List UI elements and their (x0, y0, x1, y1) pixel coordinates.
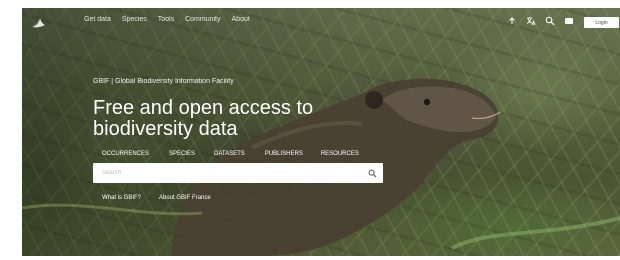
tab-publishers[interactable]: PUBLISHERS (265, 151, 303, 157)
login-button[interactable]: Login (584, 17, 619, 28)
page: Get data Species Tools Community About L… (0, 0, 620, 260)
tab-species[interactable]: SPECIES (169, 151, 195, 157)
nav-tools (506, 15, 575, 27)
main-menu: Get data Species Tools Community About (84, 16, 250, 23)
page-headline: Free and open access to biodiversity dat… (93, 98, 313, 140)
hero-banner: Get data Species Tools Community About L… (22, 8, 620, 256)
site-subtitle: GBIF | Global Biodiversity Information F… (93, 78, 234, 85)
quick-links: What is GBIF? About GBIF France (102, 195, 211, 201)
nav-link-community[interactable]: Community (185, 16, 220, 23)
nav-link-about[interactable]: About (232, 16, 250, 23)
headline-line-2: biodiversity data (93, 118, 238, 140)
search-icon[interactable] (544, 15, 556, 27)
search-submit-icon[interactable] (366, 167, 378, 179)
search-input[interactable] (102, 167, 352, 179)
link-what-is-gbif[interactable]: What is GBIF? (102, 195, 141, 201)
gbif-leaf-logo-icon[interactable] (30, 14, 46, 30)
translate-icon[interactable] (525, 15, 537, 27)
link-about-gbif-france[interactable]: About GBIF France (159, 195, 211, 201)
tab-datasets[interactable]: DATASETS (214, 151, 245, 157)
tab-resources[interactable]: RESOURCES (321, 151, 359, 157)
notifications-icon[interactable] (563, 15, 575, 27)
top-navigation: Get data Species Tools Community About L… (22, 8, 620, 36)
upload-icon[interactable] (506, 15, 518, 27)
headline-line-1: Free and open access to (93, 97, 314, 119)
nav-link-get-data[interactable]: Get data (84, 16, 111, 23)
tab-occurrences[interactable]: OCCURRENCES (102, 151, 149, 157)
nav-link-tools[interactable]: Tools (158, 16, 174, 23)
search-type-tabs: OCCURRENCES SPECIES DATASETS PUBLISHERS … (102, 151, 359, 157)
search-bar (93, 163, 383, 183)
nav-link-species[interactable]: Species (122, 16, 147, 23)
